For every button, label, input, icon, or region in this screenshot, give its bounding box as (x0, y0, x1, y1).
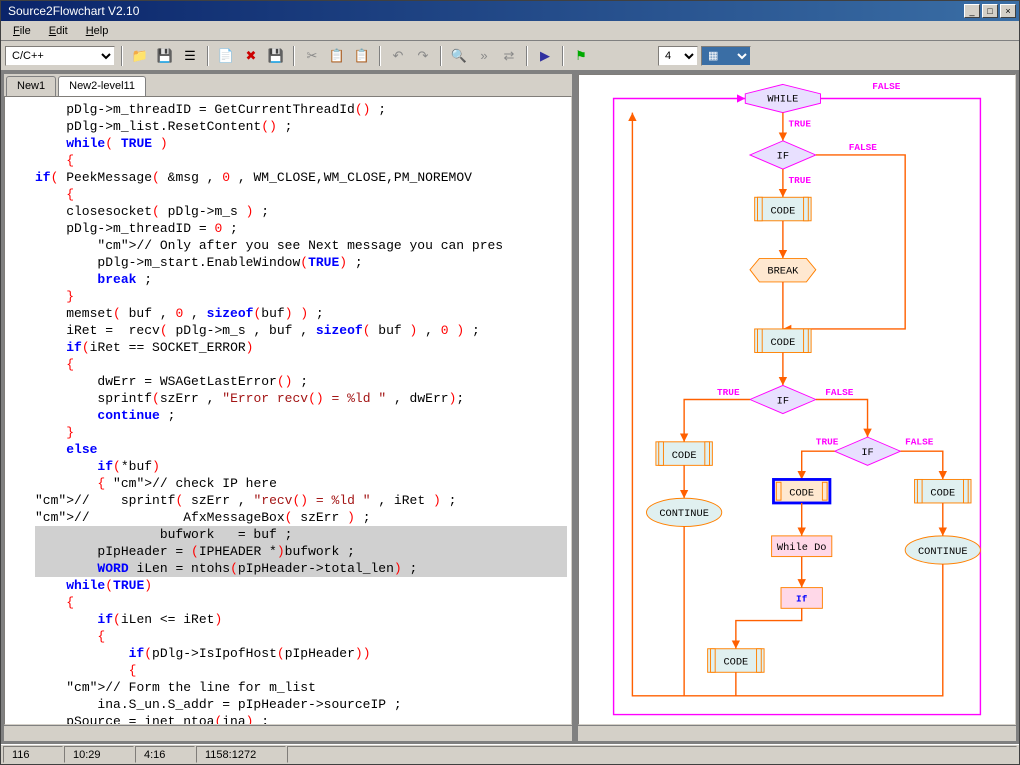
undo-icon[interactable]: ↶ (387, 45, 409, 67)
lbl-true: TRUE (789, 119, 812, 130)
node-whiledo-label: While Do (777, 542, 827, 554)
tab-new1[interactable]: New1 (6, 76, 56, 96)
status-line: 116 (3, 746, 63, 763)
node-if-inner-label: If (796, 594, 808, 605)
lbl-false: FALSE (849, 142, 878, 153)
flowchart-pane: WHILE FALSE TRUE IF FALSE TRUE (577, 73, 1017, 742)
status-sel: 1158:1272 (196, 746, 286, 763)
view-combo[interactable]: ▦ (701, 46, 751, 66)
node-if1-label: IF (777, 151, 789, 163)
node-code1-label: CODE (770, 205, 795, 217)
toolbar-sep (526, 46, 528, 66)
flowchart-canvas[interactable]: WHILE FALSE TRUE IF FALSE TRUE (578, 74, 1016, 725)
node-while-label: WHILE (767, 93, 798, 105)
editor-tabs: New1 New2-level11 (4, 74, 572, 96)
status-empty (287, 746, 1017, 763)
maximize-button[interactable]: □ (982, 4, 998, 18)
flowchart-svg: WHILE FALSE TRUE IF FALSE TRUE (579, 75, 1015, 724)
node-code2-label: CODE (770, 337, 795, 349)
lbl-true: TRUE (816, 437, 839, 448)
node-break-label: BREAK (767, 265, 799, 277)
run-icon[interactable]: ▶ (534, 45, 556, 67)
code-editor[interactable]: pDlg->m_threadID = GetCurrentThreadId() … (4, 96, 572, 725)
titlebar[interactable]: Source2Flowchart V2.10 _ □ × (1, 1, 1019, 21)
lbl-false: FALSE (825, 387, 854, 398)
code-pane: New1 New2-level11 pDlg->m_threadID = Get… (3, 73, 573, 742)
editor-hscroll[interactable] (4, 725, 572, 741)
node-code-l-label: CODE (672, 450, 697, 462)
toolbar-sep (562, 46, 564, 66)
app-window: Source2Flowchart V2.10 _ □ × File Edit H… (0, 0, 1020, 765)
status-pos1: 10:29 (64, 746, 134, 763)
copy-icon[interactable]: 📋 (326, 45, 348, 67)
tab-new2[interactable]: New2-level11 (58, 76, 146, 96)
node-if2-label: IF (777, 395, 789, 407)
code-text[interactable]: pDlg->m_threadID = GetCurrentThreadId() … (5, 97, 571, 725)
open-icon[interactable]: 📁 (129, 45, 151, 67)
node-code-r-label: CODE (930, 487, 955, 499)
window-title: Source2Flowchart V2.10 (4, 4, 964, 18)
delete-icon[interactable]: ✖ (240, 45, 262, 67)
toolbar-sep (293, 46, 295, 66)
menubar: File Edit Help (1, 21, 1019, 41)
new-icon[interactable]: 📄 (215, 45, 237, 67)
lbl-false: FALSE (905, 437, 934, 448)
list-icon[interactable]: ☰ (179, 45, 201, 67)
window-controls: _ □ × (964, 4, 1016, 18)
findnext-icon[interactable]: » (473, 45, 495, 67)
minimize-button[interactable]: _ (964, 4, 980, 18)
save-icon[interactable]: 💾 (154, 45, 176, 67)
toolbar-sep (207, 46, 209, 66)
node-if3-label: IF (861, 447, 873, 459)
statusbar: 116 10:29 4:16 1158:1272 (1, 744, 1019, 764)
node-continue-r-label: CONTINUE (918, 546, 968, 558)
lbl-true: TRUE (789, 175, 812, 186)
toolbar-sep (379, 46, 381, 66)
menu-help[interactable]: Help (78, 23, 117, 39)
lbl-false: FALSE (872, 81, 901, 92)
flag-icon[interactable]: ⚑ (570, 45, 592, 67)
save2-icon[interactable]: 💾 (265, 45, 287, 67)
cut-icon[interactable]: ✂ (301, 45, 323, 67)
language-combo[interactable]: C/C++ (5, 46, 115, 66)
main-area: New1 New2-level11 pDlg->m_threadID = Get… (1, 71, 1019, 744)
flowchart-hscroll[interactable] (578, 725, 1016, 741)
node-code-b-label: CODE (723, 657, 748, 669)
replace-icon[interactable]: ⇄ (498, 45, 520, 67)
zoom-combo[interactable]: 4 (658, 46, 698, 66)
status-pos2: 4:16 (135, 746, 195, 763)
toolbar-sep (121, 46, 123, 66)
close-button[interactable]: × (1000, 4, 1016, 18)
lbl-true: TRUE (717, 387, 740, 398)
paste-icon[interactable]: 📋 (351, 45, 373, 67)
toolbar: C/C++ 📁 💾 ☰ 📄 ✖ 💾 ✂ 📋 📋 ↶ ↷ 🔍 » ⇄ ▶ ⚑ 4 … (1, 41, 1019, 71)
node-continue-l-label: CONTINUE (659, 508, 709, 520)
find-icon[interactable]: 🔍 (448, 45, 470, 67)
redo-icon[interactable]: ↷ (412, 45, 434, 67)
menu-edit[interactable]: Edit (41, 23, 76, 39)
menu-file[interactable]: File (5, 23, 39, 39)
node-code-sel-label: CODE (789, 487, 814, 499)
toolbar-sep (440, 46, 442, 66)
